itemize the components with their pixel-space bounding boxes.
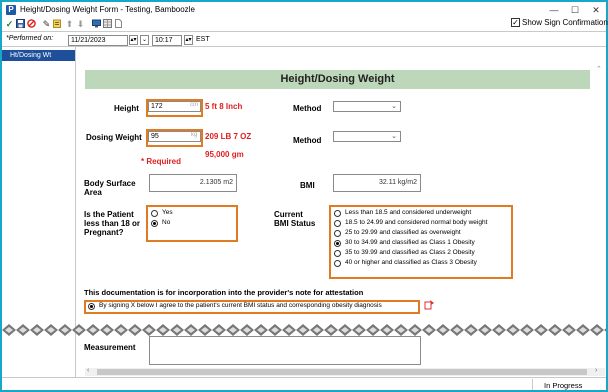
wand-icon[interactable]: ✎ — [42, 19, 51, 29]
bmi-status-option-2: 25 to 29.99 and classified as overweight — [345, 229, 461, 236]
pregnant-yes-label: Yes — [162, 209, 173, 216]
attestation-radio[interactable] — [88, 303, 95, 310]
performed-row: *Performed on: 11/21/2023 ▴▾ ⌄ 10:17 ▴▾ … — [2, 31, 606, 47]
status-text: In Progress — [544, 381, 583, 390]
measurement-textarea[interactable] — [149, 336, 421, 365]
scroll-left-icon[interactable]: ‹ — [87, 367, 89, 374]
pregnant-yes-radio[interactable] — [151, 210, 158, 217]
time-spinner[interactable]: ▴▾ — [184, 35, 193, 45]
dosing-weight-method-label: Method — [293, 136, 322, 145]
show-sign-confirmation-checkbox[interactable]: ✓ — [511, 18, 520, 27]
dosing-weight-lb: 209 LB 7 OZ — [205, 132, 252, 141]
required-note: * Required — [141, 157, 182, 166]
notes-icon[interactable] — [53, 19, 62, 29]
date-spinner[interactable]: ▴▾ — [129, 35, 138, 45]
pregnant-no-radio[interactable] — [151, 220, 158, 227]
monitor-icon[interactable] — [92, 19, 101, 29]
close-button[interactable]: ✕ — [589, 4, 603, 16]
down-arrow-icon[interactable]: ⬇ — [76, 19, 85, 29]
height-method-select[interactable]: ⌄ — [333, 101, 401, 112]
dosing-weight-method-select[interactable]: ⌄ — [333, 131, 401, 142]
pregnant-highlight — [146, 205, 238, 242]
dosing-weight-gm: 95,000 gm — [205, 150, 244, 159]
title-bar: P Height/Dosing Weight Form - Testing, B… — [2, 2, 606, 18]
bsa-value: 2.1305 m2 — [149, 174, 237, 192]
bmi-status-radio-4[interactable] — [334, 250, 341, 257]
pregnant-label-line2: less than 18 or — [84, 219, 141, 228]
maximize-button[interactable]: ☐ — [568, 4, 582, 16]
performed-time-field[interactable]: 10:17 — [152, 35, 182, 46]
dosing-weight-unit: kg — [191, 132, 198, 138]
bsa-label-line1: Body Surface — [84, 179, 136, 188]
performed-on-label: *Performed on: — [6, 35, 54, 42]
vertical-scrollbar[interactable]: ⌃ — [596, 65, 604, 365]
horizontal-scrollbar[interactable]: ‹ › — [85, 367, 605, 376]
minimize-button[interactable]: — — [547, 4, 561, 16]
bmi-status-option-3: 30 to 34.99 and classified as Class 1 Ob… — [345, 239, 475, 246]
up-arrow-icon[interactable]: ⬆ — [65, 19, 74, 29]
bmi-status-radio-1[interactable] — [334, 220, 341, 227]
pin-icon[interactable] — [424, 299, 435, 312]
bmi-status-radio-2[interactable] — [334, 230, 341, 237]
nav-item-ht-dosing-wt[interactable]: Ht/Dosing Wt — [2, 50, 75, 61]
app-icon: P — [6, 5, 16, 15]
chevron-down-icon: ⌄ — [391, 133, 397, 140]
show-sign-confirmation-label: Show Sign Confirmation — [522, 18, 608, 27]
scroll-up-icon[interactable]: ⌃ — [596, 65, 602, 73]
bmi-status-radio-0[interactable] — [334, 210, 341, 217]
height-label: Height — [114, 104, 139, 113]
bmi-status-label-line2: BMI Status — [274, 219, 316, 228]
height-unit: cm — [190, 102, 198, 108]
chevron-down-icon: ⌄ — [391, 103, 397, 110]
bmi-status-option-5: 40 or higher and classified as Class 3 O… — [345, 259, 477, 266]
toolbar: ✓ ✎ ⬆ ⬇ ✓ Show Sign Confirmation — [2, 18, 608, 31]
cancel-icon[interactable] — [27, 19, 36, 29]
bmi-status-option-4: 35 to 39.99 and classified as Class 2 Ob… — [345, 249, 475, 256]
bmi-status-label-line1: Current — [274, 210, 303, 219]
bmi-status-option-1: 18.5 to 24.99 and considered normal body… — [345, 219, 488, 226]
height-method-label: Method — [293, 104, 322, 113]
sign-check-icon[interactable]: ✓ — [5, 19, 14, 29]
status-separator — [532, 379, 533, 390]
date-dropdown[interactable]: ⌄ — [140, 35, 149, 45]
bmi-label: BMI — [300, 181, 315, 190]
scroll-right-icon[interactable]: › — [595, 367, 597, 374]
bsa-label-line2: Area — [84, 188, 102, 197]
attestation-option-label: By signing X below I agree to the patien… — [99, 302, 382, 309]
window-title: Height/Dosing Weight Form - Testing, Bam… — [20, 5, 195, 14]
save-icon[interactable] — [16, 19, 25, 29]
attestation-note: This documentation is for incorporation … — [84, 288, 364, 297]
measurement-label: Measurement — [84, 343, 136, 352]
section-header: Height/Dosing Weight — [85, 70, 590, 89]
horizontal-scroll-thumb[interactable] — [97, 369, 587, 375]
bmi-value: 32.11 kg/m2 — [333, 174, 421, 192]
pregnant-label-line3: Pregnant? — [84, 228, 124, 237]
height-converted: 5 ft 8 Inch — [205, 102, 243, 111]
document-icon[interactable] — [114, 19, 123, 29]
dosing-weight-label: Dosing Weight — [86, 133, 142, 142]
pregnant-no-label: No — [162, 219, 171, 226]
timezone-label: EST — [196, 36, 210, 43]
bmi-status-radio-3[interactable] — [334, 240, 341, 247]
pregnant-label-line1: Is the Patient — [84, 210, 134, 219]
bmi-status-radio-5[interactable] — [334, 260, 341, 267]
bmi-status-option-0: Less than 18.5 and considered underweigh… — [345, 209, 472, 216]
status-bar: In Progress — [2, 377, 606, 390]
grid-icon[interactable] — [103, 19, 112, 29]
performed-date-field[interactable]: 11/21/2023 — [68, 35, 128, 46]
